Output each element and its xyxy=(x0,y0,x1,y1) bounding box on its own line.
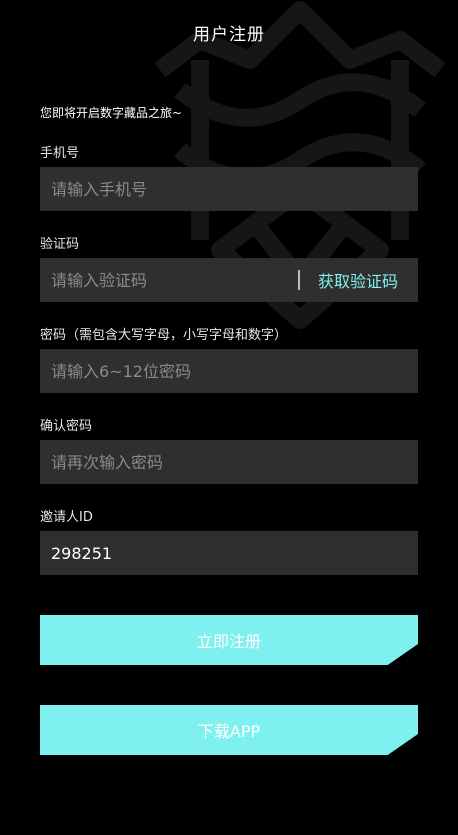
code-divider xyxy=(297,270,300,290)
get-code-button[interactable]: 获取验证码 xyxy=(318,268,398,292)
register-button[interactable]: 立即注册 xyxy=(40,615,418,665)
inviter-id-label: 邀请人ID xyxy=(40,510,93,525)
verification-code-input[interactable] xyxy=(40,258,298,302)
code-label: 验证码 xyxy=(40,237,80,252)
inviter-id-input[interactable] xyxy=(40,531,418,575)
intro-text: 您即将开启数字藏品之旅~ xyxy=(40,106,183,120)
phone-field-container xyxy=(40,167,418,211)
password-field-container xyxy=(40,349,418,393)
confirm-password-input[interactable] xyxy=(40,440,418,484)
confirm-password-label: 确认密码 xyxy=(40,419,93,434)
confirm-password-field-container xyxy=(40,440,418,484)
password-input[interactable] xyxy=(40,349,418,393)
page-title: 用户注册 xyxy=(193,24,265,45)
phone-input[interactable] xyxy=(40,167,418,211)
password-label: 密码（需包含大写字母，小写字母和数字） xyxy=(40,328,288,343)
code-field-container: 获取验证码 xyxy=(40,258,418,302)
phone-label: 手机号 xyxy=(40,146,80,161)
page-header: 用户注册 xyxy=(0,0,458,64)
inviter-id-field-container xyxy=(40,531,418,575)
download-app-button[interactable]: 下载APP xyxy=(40,705,418,755)
